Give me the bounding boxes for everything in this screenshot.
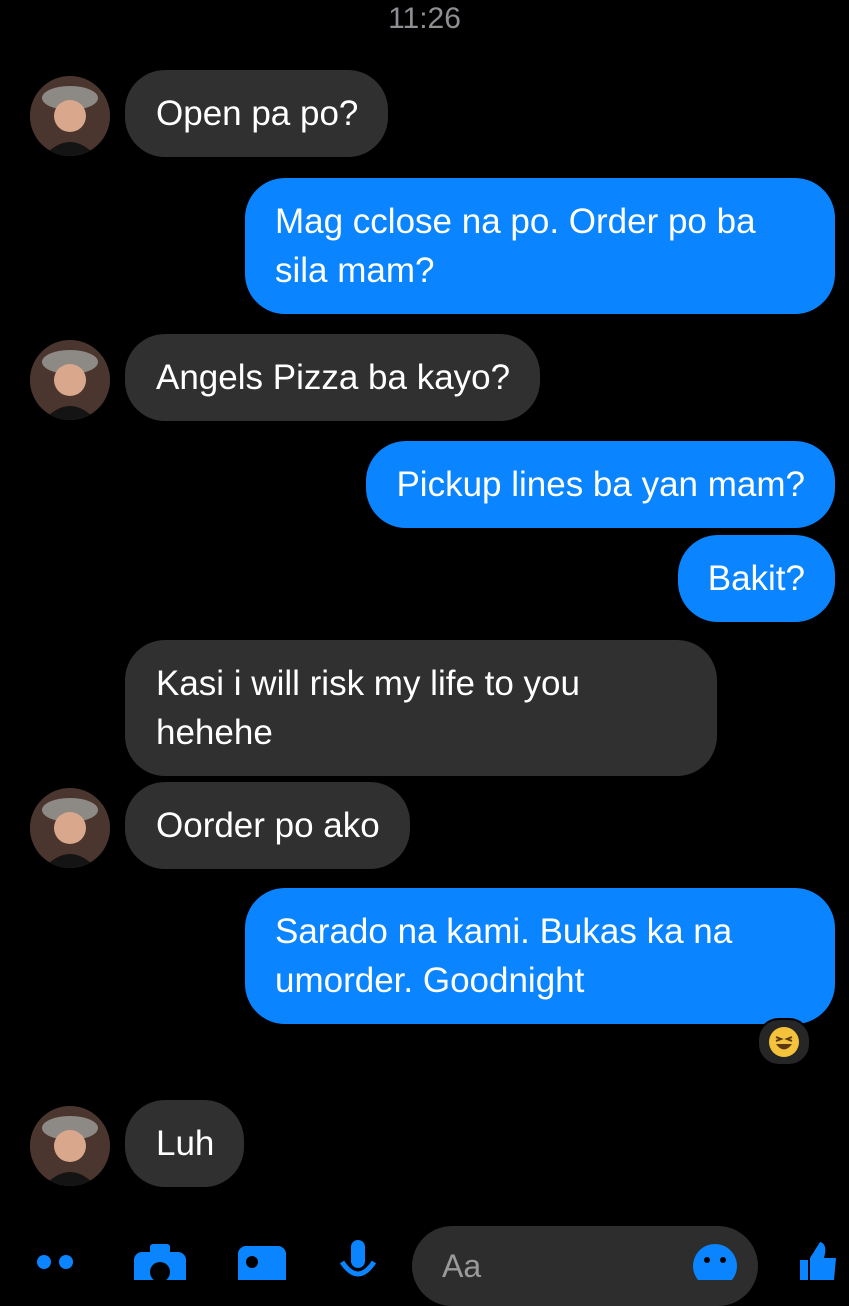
camera-icon[interactable] bbox=[130, 1240, 190, 1280]
gallery-icon[interactable] bbox=[236, 1240, 290, 1280]
avatar[interactable] bbox=[30, 340, 110, 420]
message-input-placeholder: Aa bbox=[442, 1248, 482, 1284]
message-bubble-outgoing[interactable]: Sarado na kami. Bukas ka na umorder. Goo… bbox=[245, 888, 835, 1024]
laughing-emoji-icon bbox=[769, 1027, 799, 1057]
message-bubble-outgoing[interactable]: Mag cclose na po. Order po ba sila mam? bbox=[245, 178, 835, 314]
reaction-laughing-emoji[interactable] bbox=[757, 1018, 811, 1066]
message-bubble-incoming[interactable]: Luh bbox=[125, 1100, 245, 1187]
composer-bar: Aa bbox=[0, 1222, 849, 1306]
message-bubble-incoming[interactable]: Open pa po? bbox=[125, 70, 389, 157]
message-bubble-incoming[interactable]: Kasi i will risk my life to you hehehe bbox=[125, 640, 717, 776]
microphone-icon[interactable] bbox=[336, 1240, 380, 1280]
avatar[interactable] bbox=[30, 1106, 110, 1186]
message-bubble-outgoing[interactable]: Pickup lines ba yan mam? bbox=[366, 441, 835, 528]
message-bubble-outgoing[interactable]: Bakit? bbox=[677, 535, 835, 622]
thumbs-up-icon[interactable] bbox=[800, 1240, 840, 1280]
avatar[interactable] bbox=[30, 788, 110, 868]
status-time: 11:26 bbox=[388, 2, 461, 35]
message-bubble-incoming[interactable]: Oorder po ako bbox=[125, 782, 410, 869]
more-icon[interactable] bbox=[36, 1240, 82, 1280]
avatar[interactable] bbox=[30, 76, 110, 156]
emoji-icon[interactable] bbox=[692, 1240, 738, 1280]
message-bubble-incoming[interactable]: Angels Pizza ba kayo? bbox=[125, 334, 541, 421]
